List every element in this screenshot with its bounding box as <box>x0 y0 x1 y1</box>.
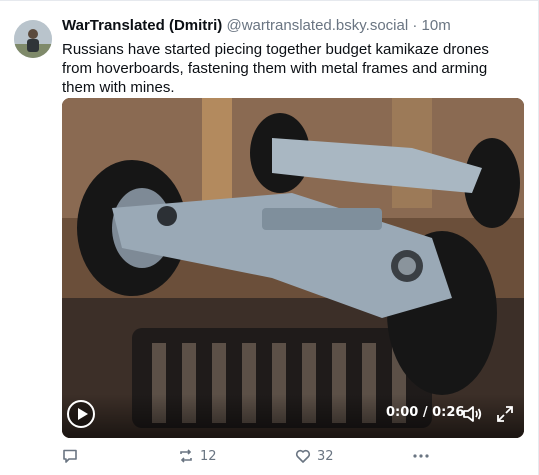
video-frame <box>62 98 524 438</box>
avatar[interactable] <box>14 20 52 58</box>
repost-count: 12 <box>200 448 217 464</box>
fullscreen-icon[interactable] <box>495 404 515 424</box>
reply-button[interactable] <box>62 446 84 466</box>
video-controls: 0:00 / 0:26 <box>62 394 524 438</box>
more-icon <box>413 454 429 458</box>
play-icon[interactable] <box>67 400 95 428</box>
post-actions: 12 32 <box>62 446 532 468</box>
divider <box>0 0 539 1</box>
post-text: Russians have started piecing together b… <box>62 41 489 96</box>
separator: · <box>412 17 418 34</box>
more-button[interactable] <box>412 446 430 466</box>
volume-icon[interactable] <box>461 404 483 424</box>
repost-button[interactable]: 12 <box>178 446 217 466</box>
post-time[interactable]: 10m <box>422 17 451 34</box>
like-count: 32 <box>317 448 334 464</box>
post-header: WarTranslated (Dmitri) @wartranslated.bs… <box>62 17 451 35</box>
post-card[interactable]: WarTranslated (Dmitri) @wartranslated.bs… <box>0 0 539 475</box>
heart-icon <box>295 449 311 463</box>
video-player[interactable]: 0:00 / 0:26 <box>62 98 524 438</box>
like-button[interactable]: 32 <box>295 446 334 466</box>
display-name[interactable]: WarTranslated (Dmitri) <box>62 17 222 34</box>
reply-icon <box>63 449 77 463</box>
video-timecode: 0:00 / 0:26 <box>386 405 465 420</box>
handle[interactable]: @wartranslated.bsky.social <box>226 17 408 34</box>
repost-icon <box>180 449 192 463</box>
